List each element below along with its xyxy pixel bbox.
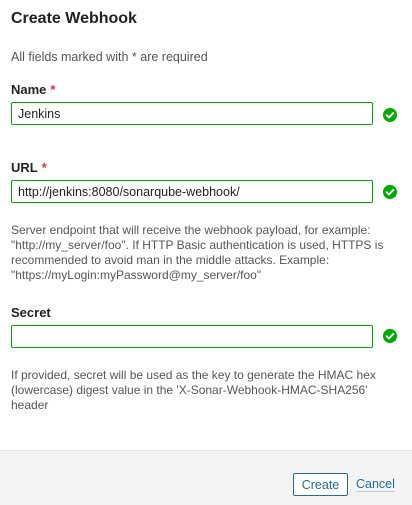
required-note-suffix: are required [140,50,208,64]
name-input[interactable] [11,102,373,125]
create-button[interactable]: Create [293,473,348,496]
url-required-star: * [41,160,47,175]
required-note-star: * [131,50,137,64]
create-webhook-dialog: Create Webhook All fields marked with * … [0,0,412,505]
secret-label-text: Secret [11,305,51,320]
name-required-star: * [50,82,56,97]
name-label-text: Name [11,82,47,97]
url-label: URL * [11,160,47,175]
url-help-text: Server endpoint that will receive the we… [11,223,384,282]
required-note-prefix: All fields marked with [11,50,129,64]
url-label-text: URL [11,160,38,175]
dialog-title: Create Webhook [11,10,137,27]
secret-label: Secret [11,305,51,320]
name-valid-check-icon [383,108,397,122]
secret-valid-check-icon [383,329,397,343]
secret-help-text: If provided, secret will be used as the … [11,368,376,412]
url-input[interactable] [11,180,373,203]
secret-input[interactable] [11,325,373,348]
url-valid-check-icon [383,185,397,199]
cancel-link[interactable]: Cancel [356,477,395,492]
required-fields-note: All fields marked with * are required [11,50,208,64]
dialog-footer [0,450,412,505]
name-label: Name * [11,82,55,97]
